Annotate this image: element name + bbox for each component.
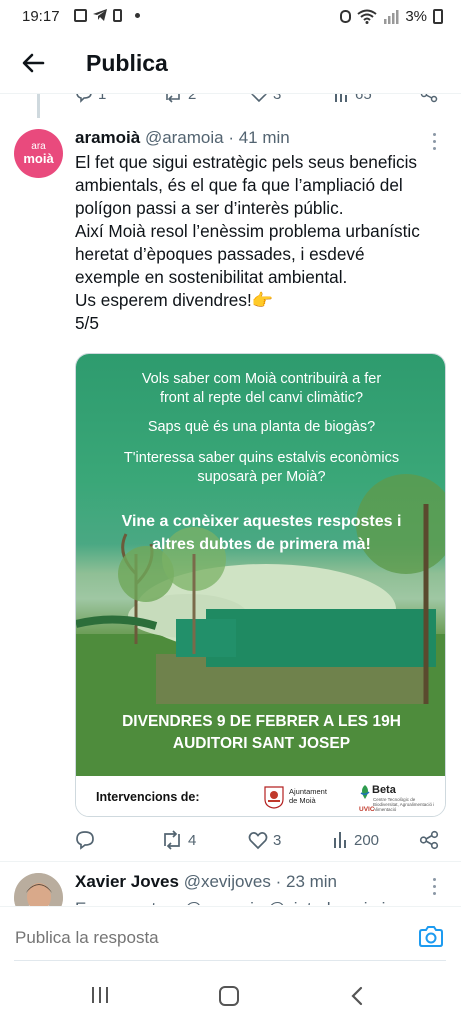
like-button[interactable]: 3 <box>248 828 281 852</box>
tweet-text-line: ambientals, és el que fa que l’ampliació… <box>75 175 403 195</box>
tweet-text-line: polígon passi a ser d’interès públic. <box>75 198 344 218</box>
retweet-icon <box>164 830 180 850</box>
more-notifications-icon <box>135 12 140 18</box>
wifi-icon <box>357 9 377 24</box>
camera-icon[interactable] <box>418 926 444 948</box>
tweet-text-line: Així Moià resol l’enèssim problema urban… <box>75 221 420 241</box>
avatar[interactable]: ara moià <box>14 129 63 178</box>
tweet-divider <box>0 861 461 862</box>
system-icons: 3% <box>340 8 443 25</box>
avatar-text-bottom: moià <box>23 151 54 166</box>
back-chevron-icon[interactable] <box>350 986 364 1006</box>
reply-underline <box>14 960 446 961</box>
top-app-bar: Publica <box>0 34 461 94</box>
prev-retweet-count: 2 <box>188 94 197 103</box>
views-icon <box>335 94 347 102</box>
share-icon <box>420 94 438 103</box>
prev-like-button[interactable]: 3 <box>250 94 281 106</box>
signal-icon <box>384 10 399 24</box>
uvic-label: UVIC <box>359 806 375 813</box>
poster-question-3-line1: T'interessa saber quins estalvis econòmi… <box>123 450 400 466</box>
prev-reply-button[interactable]: 1 <box>75 94 106 106</box>
prev-like-count: 3 <box>273 94 282 103</box>
poster-cta-line1: Vine a conèixer aquestes respostes i <box>121 513 402 530</box>
display-name[interactable]: aramoià <box>75 128 140 147</box>
reply-composer <box>0 906 461 964</box>
next-display-name[interactable]: Xavier Joves <box>75 872 179 891</box>
system-navigation-bar <box>0 964 461 1024</box>
share-icon <box>419 830 439 850</box>
more-options-icon[interactable] <box>433 133 439 151</box>
ajuntament-line2: de Moià <box>289 796 316 805</box>
event-poster: Vols saber com Moià contribuirà a fer fr… <box>76 354 445 776</box>
beta-title: Beta <box>372 784 396 796</box>
prev-views-button[interactable]: 65 <box>334 94 372 106</box>
tweet-header: aramoià @aramoia · 41 min <box>75 128 290 148</box>
poster-cta-line2: altres dubtes de primera mà! <box>152 536 371 553</box>
battery-icon <box>433 9 443 24</box>
poster-question-2: Saps què és una planta de biogàs? <box>147 419 376 435</box>
tweet-media-image[interactable]: Vols saber com Moià contribuirà a fer fr… <box>75 353 446 817</box>
poster-date: DIVENDRES 9 DE FEBRER A LES 19H <box>122 713 401 730</box>
clock: 19:17 <box>22 8 60 25</box>
ajuntament-crest-icon <box>264 786 284 809</box>
status-bar: 19:17 3% <box>0 0 461 34</box>
prev-share-button[interactable] <box>420 94 438 106</box>
next-tweet-preview: En resposta a @aramoia @ciutadamoia i <box>75 897 455 905</box>
retweet-button[interactable]: 4 <box>161 828 196 852</box>
footer-label: Intervencions de: <box>96 790 200 804</box>
next-tweet-preview-text: En resposta a @aramoia @ciutadamoia i <box>75 897 455 905</box>
reply-icon <box>76 94 92 103</box>
poster-question-1-line2: front al repte del canvi climàtic? <box>159 390 364 406</box>
reply-button[interactable] <box>75 828 100 852</box>
poster-venue: AUDITORI SANT JOSEP <box>172 735 351 752</box>
reply-input[interactable] <box>15 928 395 948</box>
views-button[interactable]: 200 <box>333 828 379 852</box>
prev-views-count: 65 <box>355 94 372 103</box>
prev-retweet-button[interactable]: 2 <box>163 94 196 106</box>
tweet-text: El fet que sigui estratègic pels seus be… <box>75 151 455 335</box>
telegram-icon <box>93 9 107 21</box>
tweet-actions: 4 3 200 <box>75 828 455 852</box>
notification-icons <box>74 8 140 22</box>
tweet-text-line: exemple en sostenibilitat ambiental. <box>75 267 348 287</box>
recent-apps-icon[interactable] <box>90 986 110 1004</box>
home-icon[interactable] <box>219 986 239 1006</box>
next-tweet-header: Xavier Joves @xevijoves · 23 min <box>75 872 337 892</box>
retweet-count: 4 <box>188 831 197 849</box>
poster-question-1-line1: Vols saber com Moià contribuirà a fer <box>141 371 382 387</box>
tweet-text-line: El fet que sigui estratègic pels seus be… <box>75 152 418 172</box>
reply-icon <box>76 831 94 850</box>
next-handle-and-time[interactable]: @xevijoves · 23 min <box>184 872 337 891</box>
handle-and-time[interactable]: @aramoia · 41 min <box>145 128 290 147</box>
poster-footer: Intervencions de: Ajuntament de Moià Bet… <box>76 776 445 816</box>
back-arrow-icon[interactable] <box>18 48 48 78</box>
like-count: 3 <box>273 831 282 849</box>
battery-percent: 3% <box>405 8 427 25</box>
page-title: Publica <box>86 50 168 76</box>
image-notification-icon <box>74 8 87 22</box>
poster-question-3-line2: suposarà per Moià? <box>197 469 326 485</box>
views-count: 200 <box>354 831 380 849</box>
beta-subtitle: Centre Tecnològic de Biodiversitat, Agro… <box>373 797 435 812</box>
share-button[interactable] <box>419 828 439 852</box>
tweet-text-line: Us esperem divendres!👉 <box>75 290 274 310</box>
prev-reply-count: 1 <box>98 94 107 103</box>
alarm-icon <box>340 10 352 23</box>
beta-leaf-icon <box>360 785 370 799</box>
tweet-text-line: 5/5 <box>75 313 99 333</box>
sim-icon <box>113 8 122 22</box>
tweet-text-line: heretat d’èpoques passades, i esdevé <box>75 244 365 264</box>
more-options-icon[interactable] <box>433 878 439 896</box>
previous-tweet-actions: 1 2 3 65 <box>0 94 461 106</box>
retweet-icon <box>166 94 180 103</box>
ajuntament-line1: Ajuntament <box>289 787 327 796</box>
heart-icon <box>251 94 267 103</box>
heart-icon <box>248 831 268 850</box>
ajuntament-name: Ajuntament de Moià <box>289 787 327 805</box>
views-icon <box>334 832 346 848</box>
